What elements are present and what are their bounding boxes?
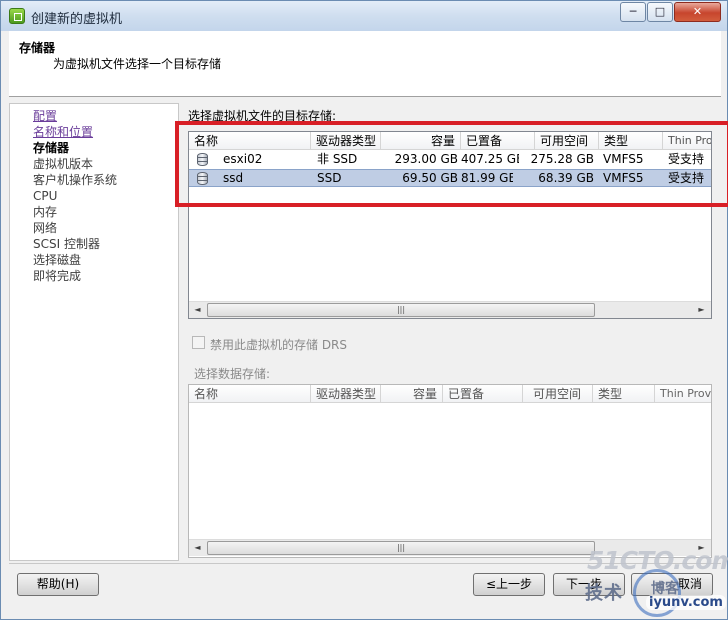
sidebar-item-finish: 即将完成	[33, 269, 82, 283]
sidebar-item-disk: 选择磁盘	[33, 253, 82, 267]
sidebar-item-config[interactable]: 配置	[33, 109, 57, 123]
scroll-left-arrow[interactable]: ◄	[189, 302, 206, 318]
wizard-steps-sidebar: 配置 名称和位置 存储器 虚拟机版本 客户机操作系统 CPU 内存 网络 SCS…	[9, 103, 179, 561]
column-header-type[interactable]: 类型	[593, 385, 655, 403]
storage-list-hscrollbar[interactable]: ◄ ||| ►	[189, 301, 711, 318]
maximize-button[interactable]: □	[647, 2, 673, 22]
sidebar-item-guest-os: 客户机操作系统	[33, 173, 118, 187]
disable-drs-checkbox[interactable]	[192, 336, 205, 349]
title-bar[interactable]: 创建新的虚拟机 ─ □ ✕	[1, 1, 727, 31]
sidebar-item-name-location[interactable]: 名称和位置	[33, 125, 93, 139]
annotation-highlight-box	[175, 121, 728, 207]
sidebar-item-storage: 存储器	[33, 141, 70, 155]
back-button[interactable]: ≤上一步	[473, 573, 545, 596]
page-subtitle: 为虚拟机文件选择一个目标存储	[53, 57, 222, 71]
sidebar-item-network: 网络	[33, 221, 58, 235]
column-header-provisioned[interactable]: 已置备	[443, 385, 523, 403]
watermark-iyunv: iyunv.com	[646, 595, 726, 610]
sidebar-item-memory: 内存	[33, 205, 58, 219]
sidebar-item-cpu: CPU	[33, 189, 58, 203]
watermark-blog-label: 技术	[585, 583, 623, 604]
sidebar-item-scsi: SCSI 控制器	[33, 237, 100, 251]
datastore-list[interactable]: 名称 驱动器类型 容量 已置备 可用空间 类型 Thin Provi ◄ |||…	[188, 384, 712, 558]
window-title: 创建新的虚拟机	[31, 12, 123, 27]
datastore-list-label: 选择数据存储:	[194, 367, 271, 381]
wizard-header: 存储器 为虚拟机文件选择一个目标存储	[9, 31, 721, 97]
scroll-thumb[interactable]: |||	[207, 541, 595, 555]
datastore-list-header: 名称 驱动器类型 容量 已置备 可用空间 类型 Thin Provi	[189, 385, 711, 403]
column-header-drive-type[interactable]: 驱动器类型	[311, 385, 381, 403]
column-header-name[interactable]: 名称	[189, 385, 311, 403]
wizard-window: 创建新的虚拟机 ─ □ ✕ 存储器 为虚拟机文件选择一个目标存储 配置 名称和位…	[0, 0, 728, 620]
close-button[interactable]: ✕	[674, 2, 721, 22]
page-title: 存储器	[19, 41, 56, 55]
scroll-thumb[interactable]: |||	[207, 303, 595, 317]
watermark-51cto: 51CTO.com	[587, 546, 728, 575]
column-header-thin[interactable]: Thin Provi	[655, 385, 711, 403]
column-header-free[interactable]: 可用空间	[523, 385, 593, 403]
help-button[interactable]: 帮助(H)	[17, 573, 99, 596]
scroll-left-arrow[interactable]: ◄	[189, 540, 206, 556]
vm-app-icon	[9, 8, 25, 24]
scroll-right-arrow[interactable]: ►	[693, 302, 710, 318]
minimize-button[interactable]: ─	[620, 2, 646, 22]
sidebar-item-vm-version: 虚拟机版本	[33, 157, 94, 171]
disable-drs-label: 禁用此虚拟机的存储 DRS	[210, 338, 348, 352]
column-header-capacity[interactable]: 容量	[381, 385, 443, 403]
